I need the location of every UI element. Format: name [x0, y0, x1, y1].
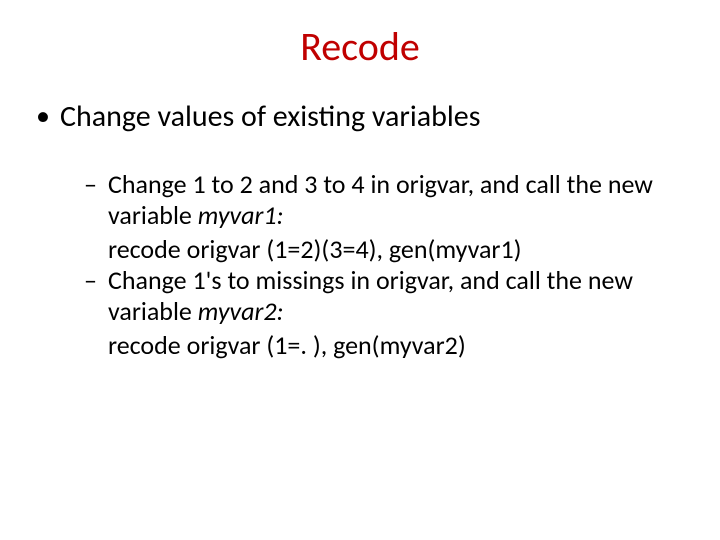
code-line: recode origvar (1=2)(3=4), gen(myvar1) — [84, 234, 686, 265]
sub-text: Change 1's to missings in origvar, and c… — [108, 264, 633, 327]
bullet-level2: Change 1 to 2 and 3 to 4 in origvar, and… — [84, 169, 686, 230]
bullet-level2: Change 1's to missings in origvar, and c… — [84, 265, 686, 326]
bullet-level1: Change values of existing variables Chan… — [34, 99, 686, 361]
sub-text-italic: myvar2: — [198, 295, 284, 327]
sub-text: Change 1 to 2 and 3 to 4 in origvar, and… — [108, 168, 653, 231]
code-line: recode origvar (1=. ), gen(myvar2) — [84, 330, 686, 361]
bullet-text: Change values of existing variables — [60, 98, 480, 135]
sub-text-italic: myvar1: — [198, 199, 284, 231]
slide: Recode Change values of existing variabl… — [0, 0, 720, 540]
slide-title: Recode — [0, 0, 720, 71]
slide-body: Change values of existing variables Chan… — [0, 71, 720, 361]
